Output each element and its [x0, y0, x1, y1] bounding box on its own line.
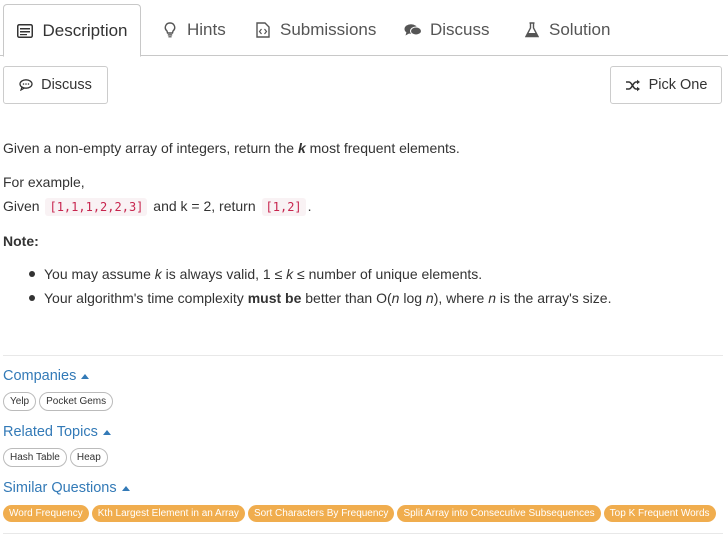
- text: most frequent elements.: [305, 140, 460, 156]
- example-line: Given [1,1,1,2,2,3] and k = 2, return [1…: [3, 196, 312, 217]
- section-title: Related Topics: [3, 424, 98, 440]
- topic-tag[interactable]: Heap: [69, 448, 108, 467]
- similar-questions-tags: Word Frequency Kth Largest Element in an…: [3, 505, 716, 522]
- text: Your algorithm's time complexity: [44, 290, 248, 306]
- text: You may assume: [44, 266, 155, 282]
- companies-toggle[interactable]: Companies: [3, 368, 90, 384]
- text: and k = 2, return: [149, 198, 260, 214]
- similar-question-tag[interactable]: Word Frequency: [3, 505, 89, 522]
- divider: [3, 533, 723, 534]
- comment-icon: [19, 79, 33, 91]
- bullet-icon: [29, 295, 35, 302]
- tab-label: Discuss: [430, 20, 490, 39]
- text: k: [154, 266, 162, 282]
- text: n: [488, 290, 496, 306]
- list-item: Your algorithm's time complexity must be…: [3, 288, 611, 308]
- text: is always valid, 1 ≤: [161, 266, 287, 282]
- discuss-button[interactable]: Discuss: [3, 66, 108, 104]
- text: .: [307, 198, 312, 214]
- tab-hints[interactable]: Hints: [161, 4, 226, 56]
- list-item: You may assume k is always valid, 1 ≤ k …: [3, 264, 482, 284]
- company-tag[interactable]: Yelp: [3, 392, 37, 411]
- similar-questions-toggle[interactable]: Similar Questions: [3, 480, 130, 496]
- tab-label: Submissions: [280, 20, 377, 39]
- similar-question-tag[interactable]: Sort Characters By Frequency: [247, 505, 395, 522]
- text: better than O(: [301, 290, 392, 306]
- company-tag[interactable]: Pocket Gems: [39, 392, 114, 411]
- tab-label: Hints: [187, 20, 226, 39]
- tab-label: Solution: [549, 20, 611, 39]
- lightbulb-icon: [161, 21, 179, 39]
- discuss-button-label: Discuss: [41, 77, 92, 93]
- text: ≤ number of unique elements.: [293, 266, 483, 282]
- similar-question-tag[interactable]: Kth Largest Element in an Array: [91, 505, 245, 522]
- text: k: [297, 140, 306, 156]
- topic-tag[interactable]: Hash Table: [3, 448, 67, 467]
- comments-icon: [404, 21, 422, 39]
- text: n: [425, 290, 434, 306]
- text: Given: [3, 198, 44, 214]
- caret-up-icon: [121, 485, 130, 491]
- caret-up-icon: [81, 373, 90, 379]
- related-topics-tags: Hash Table Heap: [3, 448, 108, 467]
- similar-question-tag[interactable]: Split Array into Consecutive Subsequence…: [397, 505, 601, 522]
- tab-description[interactable]: Description: [3, 4, 141, 57]
- related-topics-toggle[interactable]: Related Topics: [3, 424, 111, 440]
- tab-discuss[interactable]: Discuss: [404, 4, 490, 56]
- section-title: Companies: [3, 368, 77, 384]
- divider: [3, 355, 723, 356]
- problem-tabs: Description Hints Submissions Discuss So…: [0, 0, 728, 57]
- example-output-code: [1,2]: [261, 198, 306, 216]
- shuffle-icon: [625, 79, 641, 92]
- companies-tags: Yelp Pocket Gems: [3, 392, 114, 411]
- example-heading: For example,: [3, 174, 85, 190]
- text: must be: [247, 290, 302, 306]
- tab-submissions[interactable]: Submissions: [254, 4, 376, 56]
- note-heading: Note:: [3, 233, 39, 249]
- list-icon: [16, 22, 34, 40]
- section-title: Similar Questions: [3, 480, 117, 496]
- problem-statement: Given a non-empty array of integers, ret…: [3, 138, 460, 158]
- bullet-icon: [29, 271, 35, 278]
- pick-one-label: Pick One: [648, 77, 708, 93]
- text: log: [399, 290, 426, 306]
- flask-icon: [523, 21, 541, 39]
- text: ), where: [433, 290, 489, 306]
- caret-up-icon: [102, 429, 111, 435]
- pick-one-button[interactable]: Pick One: [610, 66, 722, 104]
- file-code-icon: [254, 21, 272, 39]
- tab-solution[interactable]: Solution: [523, 4, 610, 56]
- similar-question-tag[interactable]: Top K Frequent Words: [603, 505, 716, 522]
- text: Given a non-empty array of integers, ret…: [3, 140, 298, 156]
- tab-label: Description: [42, 20, 128, 40]
- example-input-code: [1,1,1,2,2,3]: [45, 198, 148, 216]
- text: is the array's size.: [495, 290, 612, 306]
